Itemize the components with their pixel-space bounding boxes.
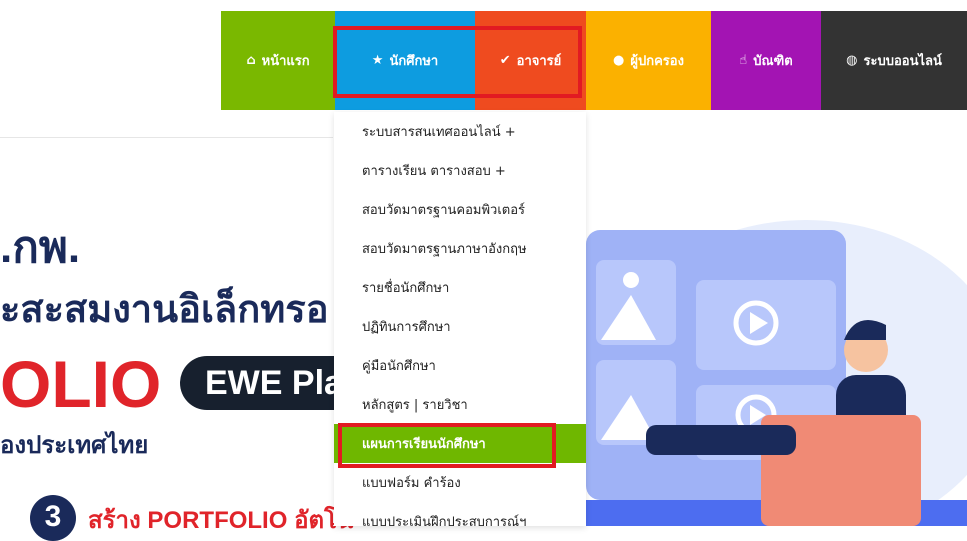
menu-item-computer-standard-test[interactable]: สอบวัดมาตรฐานคอมพิวเตอร์ (334, 190, 586, 229)
nav-label: ระบบออนไลน์ (863, 54, 942, 69)
menu-item-study-plan[interactable]: แผนการเรียนนักศึกษา (334, 424, 586, 463)
main-nav: ⌂ หน้าแรก ★ นักศึกษา ✔ อาจารย์ ● ผู้ปกคร… (221, 11, 967, 110)
menu-item-student-handbook[interactable]: คู่มือนักศึกษา (334, 346, 586, 385)
hero-illustration (586, 220, 967, 526)
hero-subtitle: ะสะสมงานอิเล็กทรอ (0, 289, 329, 331)
star-icon: ★ (371, 53, 384, 68)
nav-label: ผู้ปกครอง (630, 54, 684, 69)
user-icon: ● (613, 53, 625, 68)
menu-item-schedule[interactable]: ตารางเรียน ตารางสอบ + (334, 151, 586, 190)
nav-label: บัณฑิต (753, 54, 793, 69)
step-number: 3 (44, 500, 62, 533)
nav-label: หน้าแรก (261, 54, 310, 69)
step-number-circle: 3 (30, 495, 76, 541)
hero-title: .กพ. (0, 223, 81, 272)
menu-item-student-list[interactable]: รายชื่อนักศึกษา (334, 268, 586, 307)
menu-item-online-info-system[interactable]: ระบบสารสนเทศออนไลน์ + (334, 112, 586, 151)
menu-item-english-standard-test[interactable]: สอบวัดมาตรฐานภาษาอังกฤษ (334, 229, 586, 268)
hero-badge-text: EWE Plat (205, 364, 355, 402)
nav-item-teachers[interactable]: ✔ อาจารย์ (475, 11, 586, 110)
home-icon: ⌂ (246, 53, 256, 68)
hero-country: องประเทศไทย (0, 432, 149, 459)
check-icon: ✔ (499, 53, 511, 68)
students-dropdown-menu: ระบบสารสนเทศออนไลน์ + ตารางเรียน ตารางสอ… (334, 112, 586, 526)
header-divider (0, 137, 333, 138)
nav-item-graduates[interactable]: ☝ บัณฑิต (711, 11, 821, 110)
nav-item-students[interactable]: ★ นักศึกษา (335, 11, 475, 110)
menu-item-internship-evaluation[interactable]: แบบประเมินฝึกประสบการณ์ฯ (334, 502, 586, 526)
globe-icon: ◍ (846, 53, 858, 68)
menu-item-curriculum[interactable]: หลักสูตร | รายวิชา (334, 385, 586, 424)
nav-label: อาจารย์ (516, 54, 562, 69)
nav-item-online-system[interactable]: ◍ ระบบออนไลน์ (821, 11, 967, 110)
nav-item-parents[interactable]: ● ผู้ปกครอง (586, 11, 711, 110)
step-text: สร้าง PORTFOLIO อัตโน (88, 507, 354, 534)
nav-label: นักศึกษา (389, 54, 439, 69)
menu-item-request-forms[interactable]: แบบฟอร์ม คำร้อง (334, 463, 586, 502)
nav-item-home[interactable]: ⌂ หน้าแรก (221, 11, 335, 110)
menu-item-academic-calendar[interactable]: ปฏิทินการศึกษา (334, 307, 586, 346)
thumbs-up-icon: ☝ (739, 53, 748, 68)
hero-portfolio: OLIO (0, 347, 162, 421)
